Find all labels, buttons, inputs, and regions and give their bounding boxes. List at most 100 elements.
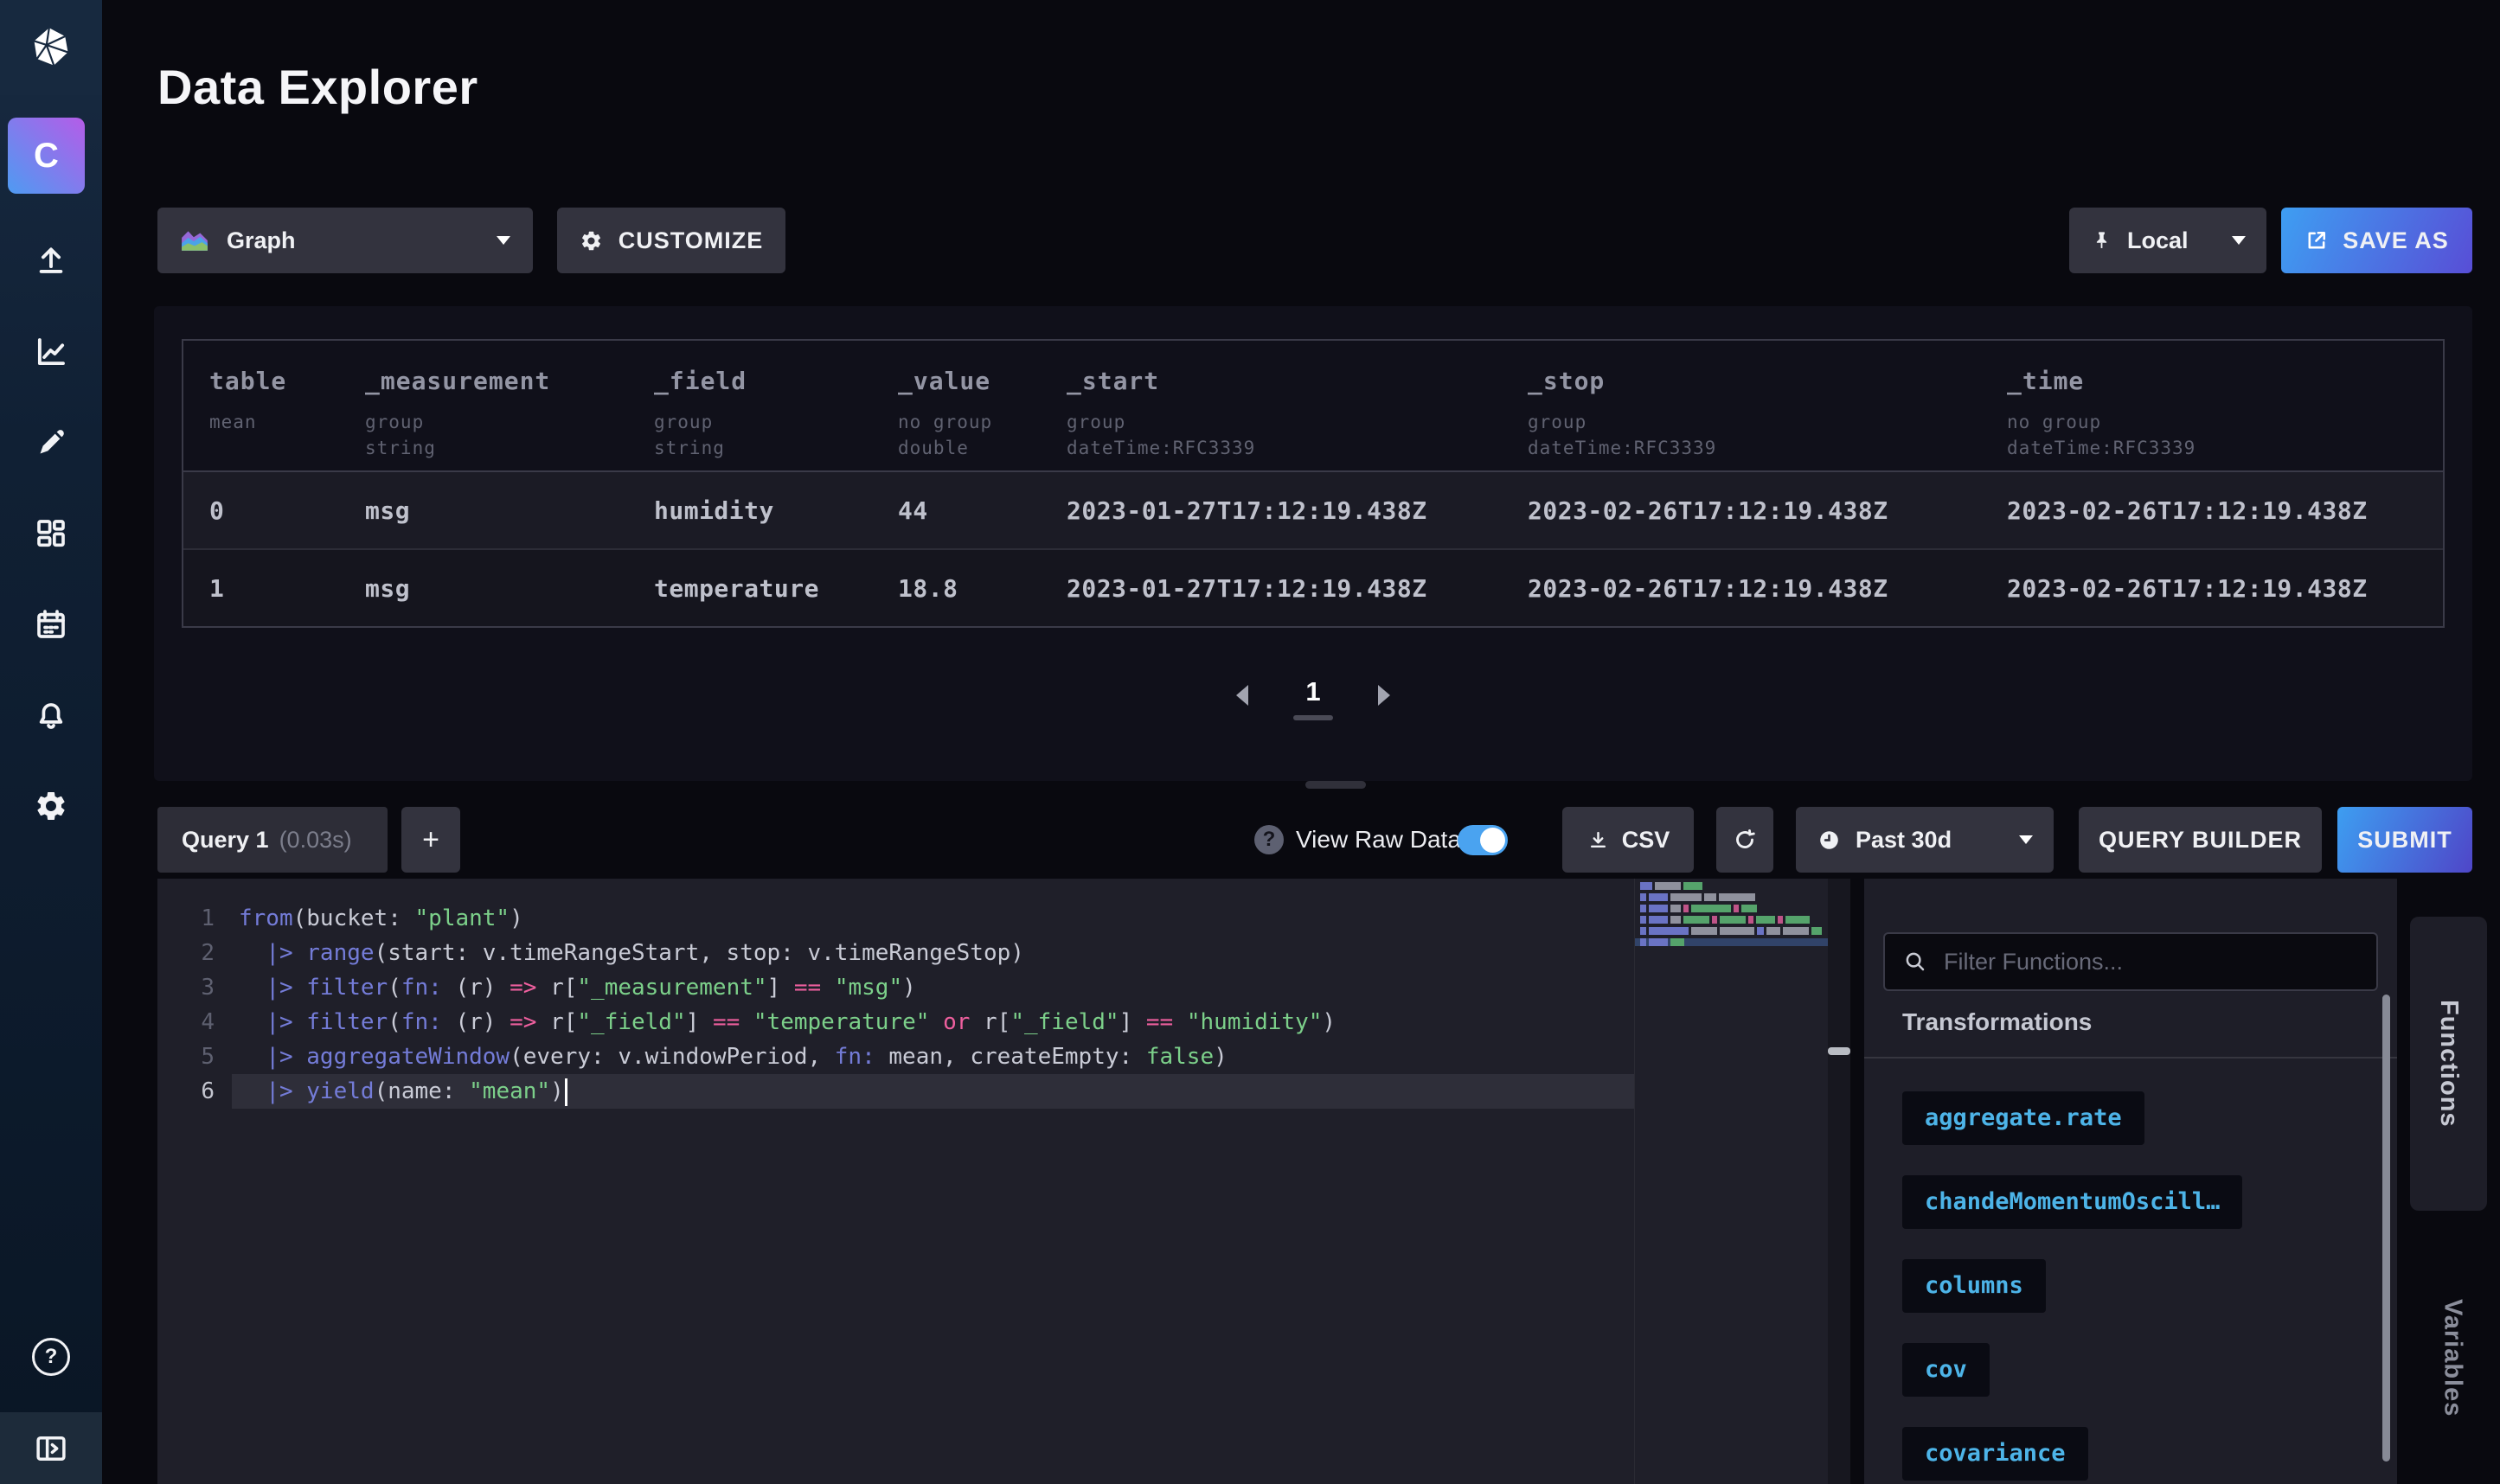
save-as-button[interactable]: SAVE AS: [2281, 208, 2472, 273]
column-label: _value: [898, 367, 1041, 395]
table-cell: temperature: [628, 574, 872, 603]
influxdb-logo[interactable]: [0, 0, 102, 95]
panel-resize-handle[interactable]: [1305, 781, 1366, 789]
function-chip[interactable]: columns: [1902, 1259, 2046, 1313]
gear-icon: [580, 229, 603, 253]
customize-button[interactable]: CUSTOMIZE: [557, 208, 785, 273]
line-number: 2: [157, 936, 232, 970]
code-line[interactable]: from(bucket: "plant"): [232, 901, 1635, 936]
tab-variables[interactable]: Variables: [2422, 1237, 2483, 1479]
search-icon: [1902, 949, 1928, 975]
column-label: _measurement: [365, 367, 628, 395]
refresh-icon: [1732, 827, 1758, 853]
functions-panel: Filter Functions... Transformations aggr…: [1864, 879, 2397, 1484]
view-type-dropdown[interactable]: Graph: [157, 208, 533, 273]
table-cell: 0: [183, 496, 339, 525]
csv-download-button[interactable]: CSV: [1562, 807, 1694, 873]
prev-page-icon[interactable]: [1236, 685, 1248, 706]
sidebar-item-alerts[interactable]: [32, 696, 70, 734]
editor-code[interactable]: from(bucket: "plant") |> range(start: v.…: [232, 901, 1635, 1109]
table-cell: humidity: [628, 496, 872, 525]
sidebar-item-load-data[interactable]: [32, 242, 70, 280]
query-tab[interactable]: Query 1 (0.03s): [157, 807, 388, 873]
export-icon: [2304, 228, 2329, 253]
help-button[interactable]: ?: [32, 1338, 70, 1376]
sidebar-expand-section: [0, 1412, 102, 1484]
code-line[interactable]: |> range(start: v.timeRangeStart, stop: …: [232, 936, 1635, 970]
filter-functions-input[interactable]: Filter Functions...: [1883, 932, 2378, 991]
query-builder-label: QUERY BUILDER: [2099, 827, 2302, 854]
clock-icon: [1817, 828, 1842, 853]
write-scope-dropdown[interactable]: Local: [2069, 208, 2266, 273]
text-cursor: [565, 1078, 567, 1106]
table-cell: 2023-01-27T17:12:19.438Z: [1041, 574, 1502, 603]
editor-panel-divider[interactable]: [1828, 879, 1850, 1484]
page-title: Data Explorer: [157, 59, 478, 115]
minimap-line: [1635, 916, 1828, 924]
page-indicator[interactable]: 1: [1293, 676, 1333, 720]
sidebar-item-notebooks[interactable]: [32, 424, 70, 462]
influxdb-logo-icon: [29, 25, 74, 70]
minimap-line: [1635, 938, 1828, 946]
query-toolbar: Query 1 (0.03s) + ? View Raw Data CSV: [157, 807, 2472, 873]
query-builder-button[interactable]: QUERY BUILDER: [2079, 807, 2322, 873]
question-mark-icon: ?: [45, 1345, 58, 1369]
expand-sidebar-icon[interactable]: [33, 1430, 69, 1467]
table-cell: 18.8: [872, 574, 1041, 603]
function-chip[interactable]: cov: [1902, 1343, 1990, 1397]
save-as-label: SAVE AS: [2343, 227, 2449, 254]
view-raw-data-label: View Raw Data: [1296, 807, 1461, 873]
functions-scrollbar[interactable]: [2382, 995, 2390, 1462]
pin-icon: [2090, 229, 2113, 253]
sidebar-item-tasks[interactable]: [32, 605, 70, 643]
code-line[interactable]: |> yield(name: "mean"): [232, 1074, 1635, 1109]
add-query-button[interactable]: +: [401, 807, 460, 873]
download-icon: [1587, 828, 1610, 852]
column-header: _valueno groupdouble: [872, 341, 1041, 470]
column-label: _stop: [1528, 367, 1981, 395]
table-cell: msg: [339, 574, 628, 603]
calendar-icon: [33, 606, 69, 643]
function-chip[interactable]: chandeMomentumOscill…: [1902, 1175, 2242, 1229]
next-page-icon[interactable]: [1378, 685, 1390, 706]
editor-minimap[interactable]: [1634, 879, 1828, 1484]
column-sub-label: groupdateTime:RFC3339: [1528, 409, 1981, 462]
table-cell: 2023-02-26T17:12:19.438Z: [1502, 574, 1981, 603]
sidebar-item-dashboards[interactable]: [32, 515, 70, 553]
sidebar-item-data-explorer[interactable]: [32, 333, 70, 371]
function-chip[interactable]: aggregate.rate: [1902, 1091, 2144, 1145]
code-line[interactable]: |> aggregateWindow(every: v.windowPeriod…: [232, 1039, 1635, 1074]
table-cell: 2023-02-26T17:12:19.438Z: [1981, 574, 2443, 603]
column-sub-label: groupdateTime:RFC3339: [1067, 409, 1502, 462]
page-active-underline: [1293, 715, 1333, 720]
table-cell: 2023-01-27T17:12:19.438Z: [1041, 496, 1502, 525]
table-row[interactable]: 0msghumidity442023-01-27T17:12:19.438Z20…: [183, 470, 2443, 548]
write-scope-label: Local: [2127, 227, 2189, 254]
view-raw-data-toggle[interactable]: [1458, 825, 1508, 855]
data-explorer-page: C: [0, 0, 2500, 1484]
function-chip[interactable]: covariance: [1902, 1427, 2088, 1481]
raw-data-help-icon[interactable]: ?: [1254, 825, 1284, 854]
chevron-down-icon: [497, 236, 510, 245]
table-row[interactable]: 1msgtemperature18.82023-01-27T17:12:19.4…: [183, 548, 2443, 626]
table-cell: msg: [339, 496, 628, 525]
line-number: 5: [157, 1039, 232, 1074]
refresh-button[interactable]: [1716, 807, 1773, 873]
flux-code-editor[interactable]: 123456 from(bucket: "plant") |> range(st…: [157, 879, 1828, 1484]
column-sub-label: mean: [209, 409, 339, 435]
sidebar-item-settings[interactable]: [32, 787, 70, 825]
sidebar-nav: [0, 242, 102, 825]
line-number: 6: [157, 1074, 232, 1109]
area-chart-icon: [180, 228, 209, 253]
time-range-dropdown[interactable]: Past 30d: [1796, 807, 2054, 873]
org-avatar[interactable]: C: [8, 118, 85, 194]
table-cell: 1: [183, 574, 339, 603]
tab-functions[interactable]: Functions: [2410, 917, 2487, 1211]
org-avatar-label: C: [34, 137, 59, 176]
submit-button[interactable]: SUBMIT: [2337, 807, 2472, 873]
divider-drag-handle[interactable]: [1828, 1047, 1850, 1055]
table-body: 0msghumidity442023-01-27T17:12:19.438Z20…: [183, 470, 2443, 626]
code-line[interactable]: |> filter(fn: (r) => r["_field"] == "tem…: [232, 1005, 1635, 1039]
submit-label: SUBMIT: [2357, 827, 2452, 854]
code-line[interactable]: |> filter(fn: (r) => r["_measurement"] =…: [232, 970, 1635, 1005]
